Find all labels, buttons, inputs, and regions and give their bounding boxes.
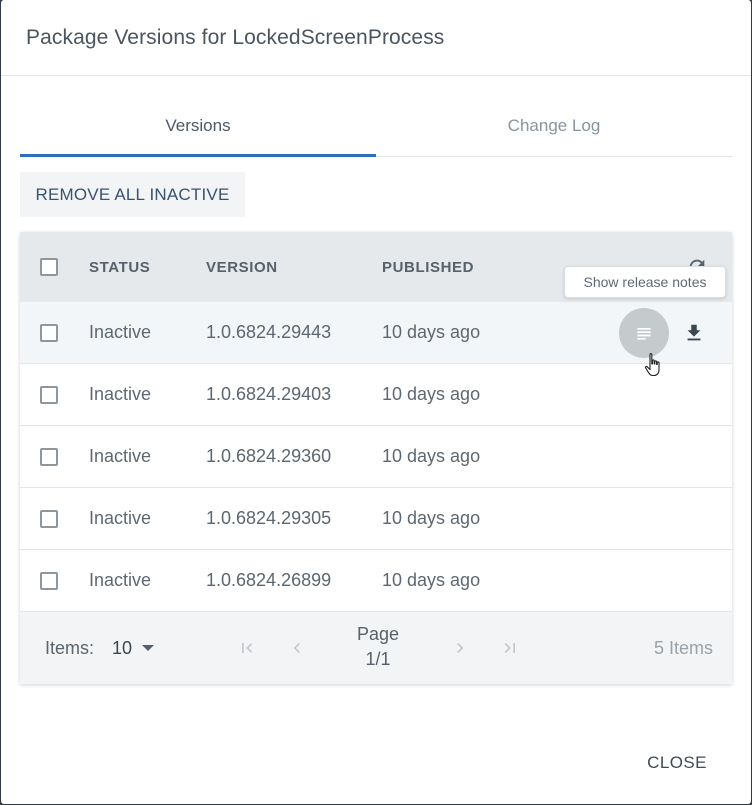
row-status: Inactive	[89, 508, 152, 528]
row-status: Inactive	[89, 446, 152, 466]
page-value: 1/1	[365, 649, 391, 669]
notes-icon	[637, 328, 651, 340]
pager: Items: 10 Page 1/1 5 Items	[20, 612, 732, 684]
table-row[interactable]: Inactive 1.0.6824.29360 10 days ago	[20, 426, 732, 488]
last-page-icon[interactable]	[500, 638, 520, 658]
tab-change-log[interactable]: Change Log	[376, 96, 732, 156]
column-header-status[interactable]: STATUS	[89, 232, 150, 302]
dialog-title: Package Versions for LockedScreenProcess	[26, 25, 445, 49]
table-row[interactable]: Inactive 1.0.6824.29443 10 days ago	[20, 302, 732, 364]
row-version: 1.0.6824.29403	[206, 384, 332, 404]
row-checkbox[interactable]	[40, 385, 58, 404]
row-status: Inactive	[89, 384, 152, 404]
chevron-down-icon	[142, 645, 155, 651]
total-items-count: 5 Items	[653, 637, 713, 658]
page-indicator: Page 1/1	[340, 622, 416, 672]
row-version: 1.0.6824.29443	[206, 322, 332, 342]
row-version: 1.0.6824.29305	[206, 508, 332, 528]
tab-versions[interactable]: Versions	[20, 96, 376, 156]
close-button[interactable]: CLOSE	[631, 740, 723, 786]
page-label: Page	[356, 624, 400, 644]
versions-grid: STATUS VERSION PUBLISHED Inactive 1.0.68…	[20, 232, 732, 684]
row-published: 10 days ago	[382, 570, 481, 590]
items-per-page-select[interactable]: 10	[112, 612, 155, 684]
column-header-version[interactable]: VERSION	[206, 232, 278, 302]
download-icon[interactable]	[683, 322, 705, 344]
active-tab-indicator	[20, 154, 376, 157]
items-per-page-label: Items:	[45, 637, 95, 658]
row-version: 1.0.6824.26899	[206, 570, 332, 590]
row-published: 10 days ago	[382, 446, 481, 466]
hand-pointer-cursor-icon	[645, 353, 660, 377]
row-version: 1.0.6824.29360	[206, 446, 332, 466]
row-published: 10 days ago	[382, 508, 481, 528]
table-row[interactable]: Inactive 1.0.6824.29305 10 days ago	[20, 488, 732, 550]
select-all-checkbox[interactable]	[40, 258, 58, 276]
row-published: 10 days ago	[382, 322, 481, 342]
dialog-header: Package Versions for LockedScreenProcess	[1, 0, 751, 76]
row-checkbox[interactable]	[40, 571, 58, 590]
row-checkbox[interactable]	[40, 323, 58, 342]
row-status: Inactive	[89, 322, 152, 342]
table-row[interactable]: Inactive 1.0.6824.29403 10 days ago	[20, 364, 732, 426]
release-notes-tooltip: Show release notes	[564, 266, 726, 298]
column-header-published[interactable]: PUBLISHED	[382, 232, 474, 302]
first-page-icon[interactable]	[237, 638, 257, 658]
row-status: Inactive	[89, 570, 152, 590]
row-checkbox[interactable]	[40, 509, 58, 528]
items-per-page-value: 10	[112, 637, 133, 658]
package-versions-dialog: Package Versions for LockedScreenProcess…	[1, 0, 751, 804]
remove-all-inactive-button[interactable]: REMOVE ALL INACTIVE	[20, 172, 245, 217]
next-page-icon[interactable]	[450, 638, 470, 658]
row-checkbox[interactable]	[40, 447, 58, 466]
table-row[interactable]: Inactive 1.0.6824.26899 10 days ago	[20, 550, 732, 612]
prev-page-icon[interactable]	[287, 638, 307, 658]
show-release-notes-button[interactable]	[619, 308, 669, 358]
row-actions	[619, 308, 705, 358]
row-published: 10 days ago	[382, 384, 481, 404]
tab-bar: Versions Change Log	[20, 96, 732, 157]
